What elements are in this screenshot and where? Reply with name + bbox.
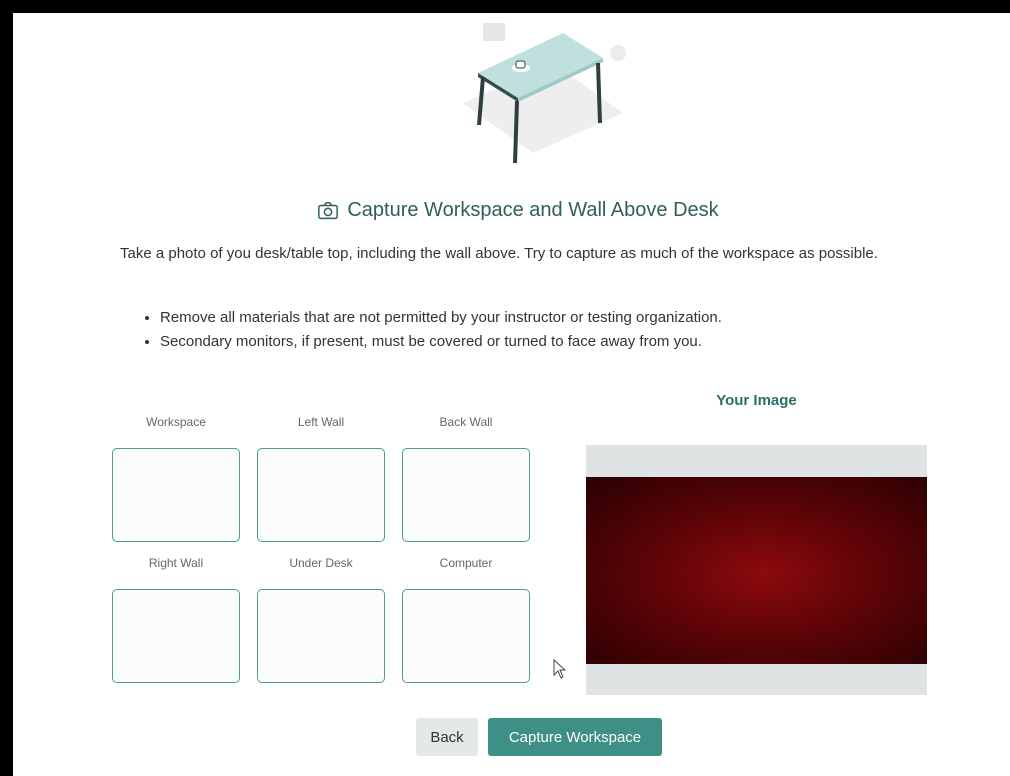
camera-feed	[586, 477, 927, 664]
slot-label-computer: Computer	[439, 556, 493, 570]
capture-workspace-panel: Capture Workspace and Wall Above Desk Ta…	[13, 13, 1010, 776]
list-item: Remove all materials that are not permit…	[160, 306, 960, 330]
back-button[interactable]: Back	[416, 718, 478, 756]
computer-photo-slot[interactable]	[402, 589, 530, 683]
slot-label-left-wall: Left Wall	[297, 415, 345, 429]
right-wall-photo-slot[interactable]	[112, 589, 240, 683]
camera-preview	[586, 445, 927, 695]
under-desk-photo-slot[interactable]	[257, 589, 385, 683]
your-image-title: Your Image	[716, 392, 797, 409]
slot-label-under-desk: Under Desk	[289, 556, 353, 570]
left-wall-photo-slot[interactable]	[257, 448, 385, 542]
list-item: Secondary monitors, if present, must be …	[160, 330, 960, 354]
slot-label-right-wall: Right Wall	[148, 556, 204, 570]
desk-illustration	[463, 23, 626, 164]
page-title: Capture Workspace and Wall Above Desk	[13, 199, 1010, 222]
instructions-text: Take a photo of you desk/table top, incl…	[120, 245, 878, 262]
camera-icon	[318, 201, 339, 219]
slot-label-workspace: Workspace	[146, 415, 206, 429]
back-wall-photo-slot[interactable]	[402, 448, 530, 542]
mouse-cursor-icon	[553, 659, 567, 679]
instructions-list: Remove all materials that are not permit…	[120, 306, 960, 354]
workspace-photo-slot[interactable]	[112, 448, 240, 542]
page-title-text: Capture Workspace and Wall Above Desk	[347, 199, 719, 221]
slot-label-back-wall: Back Wall	[439, 415, 493, 429]
capture-workspace-button[interactable]: Capture Workspace	[488, 718, 662, 756]
